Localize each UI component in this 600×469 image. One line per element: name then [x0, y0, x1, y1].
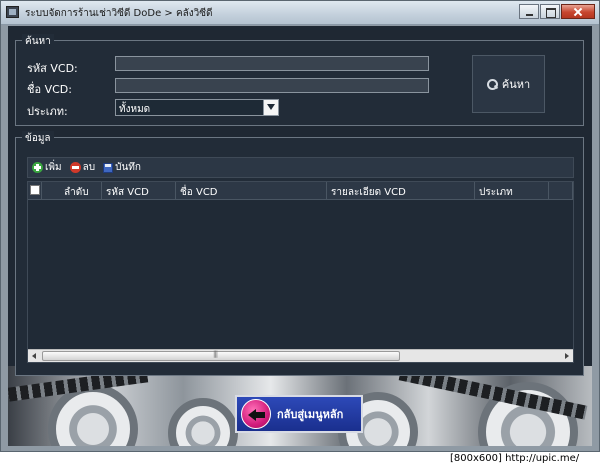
horizontal-scrollbar[interactable]: [28, 349, 573, 362]
delete-button[interactable]: ลบ: [66, 158, 99, 177]
select-all-column: [28, 182, 42, 200]
column-header-vcd-detail[interactable]: รายละเอียด VCD: [327, 182, 475, 200]
data-group-legend: ข้อมูล: [22, 131, 54, 146]
window-controls: [518, 4, 595, 19]
back-button-label: กลับสู่เมนูหลัก: [277, 408, 344, 421]
delete-button-label: ลบ: [82, 162, 96, 173]
add-icon: [32, 162, 43, 173]
back-to-main-menu-button[interactable]: กลับสู่เมนูหลัก: [235, 395, 363, 433]
search-button-label: ค้นหา: [501, 78, 531, 91]
column-header-vcd-type[interactable]: ประเภท: [475, 182, 549, 200]
save-button[interactable]: บันทึก: [99, 158, 145, 177]
client-area: ค้นหา รหัส VCD: ชื่อ VCD: ประเภท: ทั้งหม…: [8, 26, 592, 446]
window-title: ระบบจัดการร้านเช่าวิซีดี DoDe > คลังวิซี…: [25, 8, 213, 19]
column-header-extra[interactable]: [549, 182, 573, 200]
select-all-checkbox[interactable]: [30, 185, 40, 195]
vcd-name-label: ชื่อ VCD:: [27, 83, 72, 96]
close-button[interactable]: [561, 4, 595, 19]
vcd-name-input[interactable]: [115, 78, 429, 93]
column-header-vcd-code[interactable]: รหัส VCD: [102, 182, 176, 200]
vcd-type-selected: ทั้งหมด: [119, 104, 151, 115]
column-header-order[interactable]: ลำดับ: [42, 182, 102, 200]
maximize-button[interactable]: [540, 4, 560, 19]
scrollbar-thumb[interactable]: [42, 350, 400, 361]
app-icon: [6, 6, 19, 18]
scroll-left-icon[interactable]: [28, 350, 41, 362]
app-window: ระบบจัดการร้านเช่าวิซีดี DoDe > คลังวิซี…: [0, 0, 600, 452]
search-group-legend: ค้นหา: [22, 34, 54, 49]
save-icon: [103, 162, 114, 173]
vcd-type-select[interactable]: ทั้งหมด: [115, 99, 279, 116]
vcd-code-label: รหัส VCD:: [27, 62, 78, 75]
scroll-right-icon[interactable]: [560, 350, 573, 362]
save-button-label: บันทึก: [115, 162, 141, 173]
watermark-text: [800x600] http://upic.me/: [450, 453, 580, 464]
vcd-grid[interactable]: ลำดับ รหัส VCD ชื่อ VCD รายละเอียด VCD ป…: [27, 181, 574, 363]
back-arrow-icon: [241, 399, 271, 429]
column-header-vcd-name[interactable]: ชื่อ VCD: [176, 182, 327, 200]
vcd-type-label: ประเภท:: [27, 105, 68, 118]
search-icon: [486, 78, 498, 90]
grid-header: ลำดับ รหัส VCD ชื่อ VCD รายละเอียด VCD ป…: [28, 182, 573, 200]
minimize-button[interactable]: [519, 4, 539, 19]
search-group: ค้นหา รหัส VCD: ชื่อ VCD: ประเภท: ทั้งหม…: [15, 34, 584, 126]
add-button[interactable]: เพิ่ม: [28, 158, 66, 177]
title-bar[interactable]: ระบบจัดการร้านเช่าวิซีดี DoDe > คลังวิซี…: [1, 1, 599, 25]
grid-toolbar: เพิ่ม ลบ บันทึก: [27, 157, 574, 178]
delete-icon: [69, 162, 81, 173]
search-button[interactable]: ค้นหา: [472, 55, 545, 113]
vcd-code-input[interactable]: [115, 56, 429, 71]
add-button-label: เพิ่ม: [45, 162, 62, 173]
data-group: ข้อมูล เพิ่ม ลบ บันทึก ลำดับ รหัส VCD ชื…: [15, 131, 584, 376]
chevron-down-icon[interactable]: [263, 100, 278, 115]
